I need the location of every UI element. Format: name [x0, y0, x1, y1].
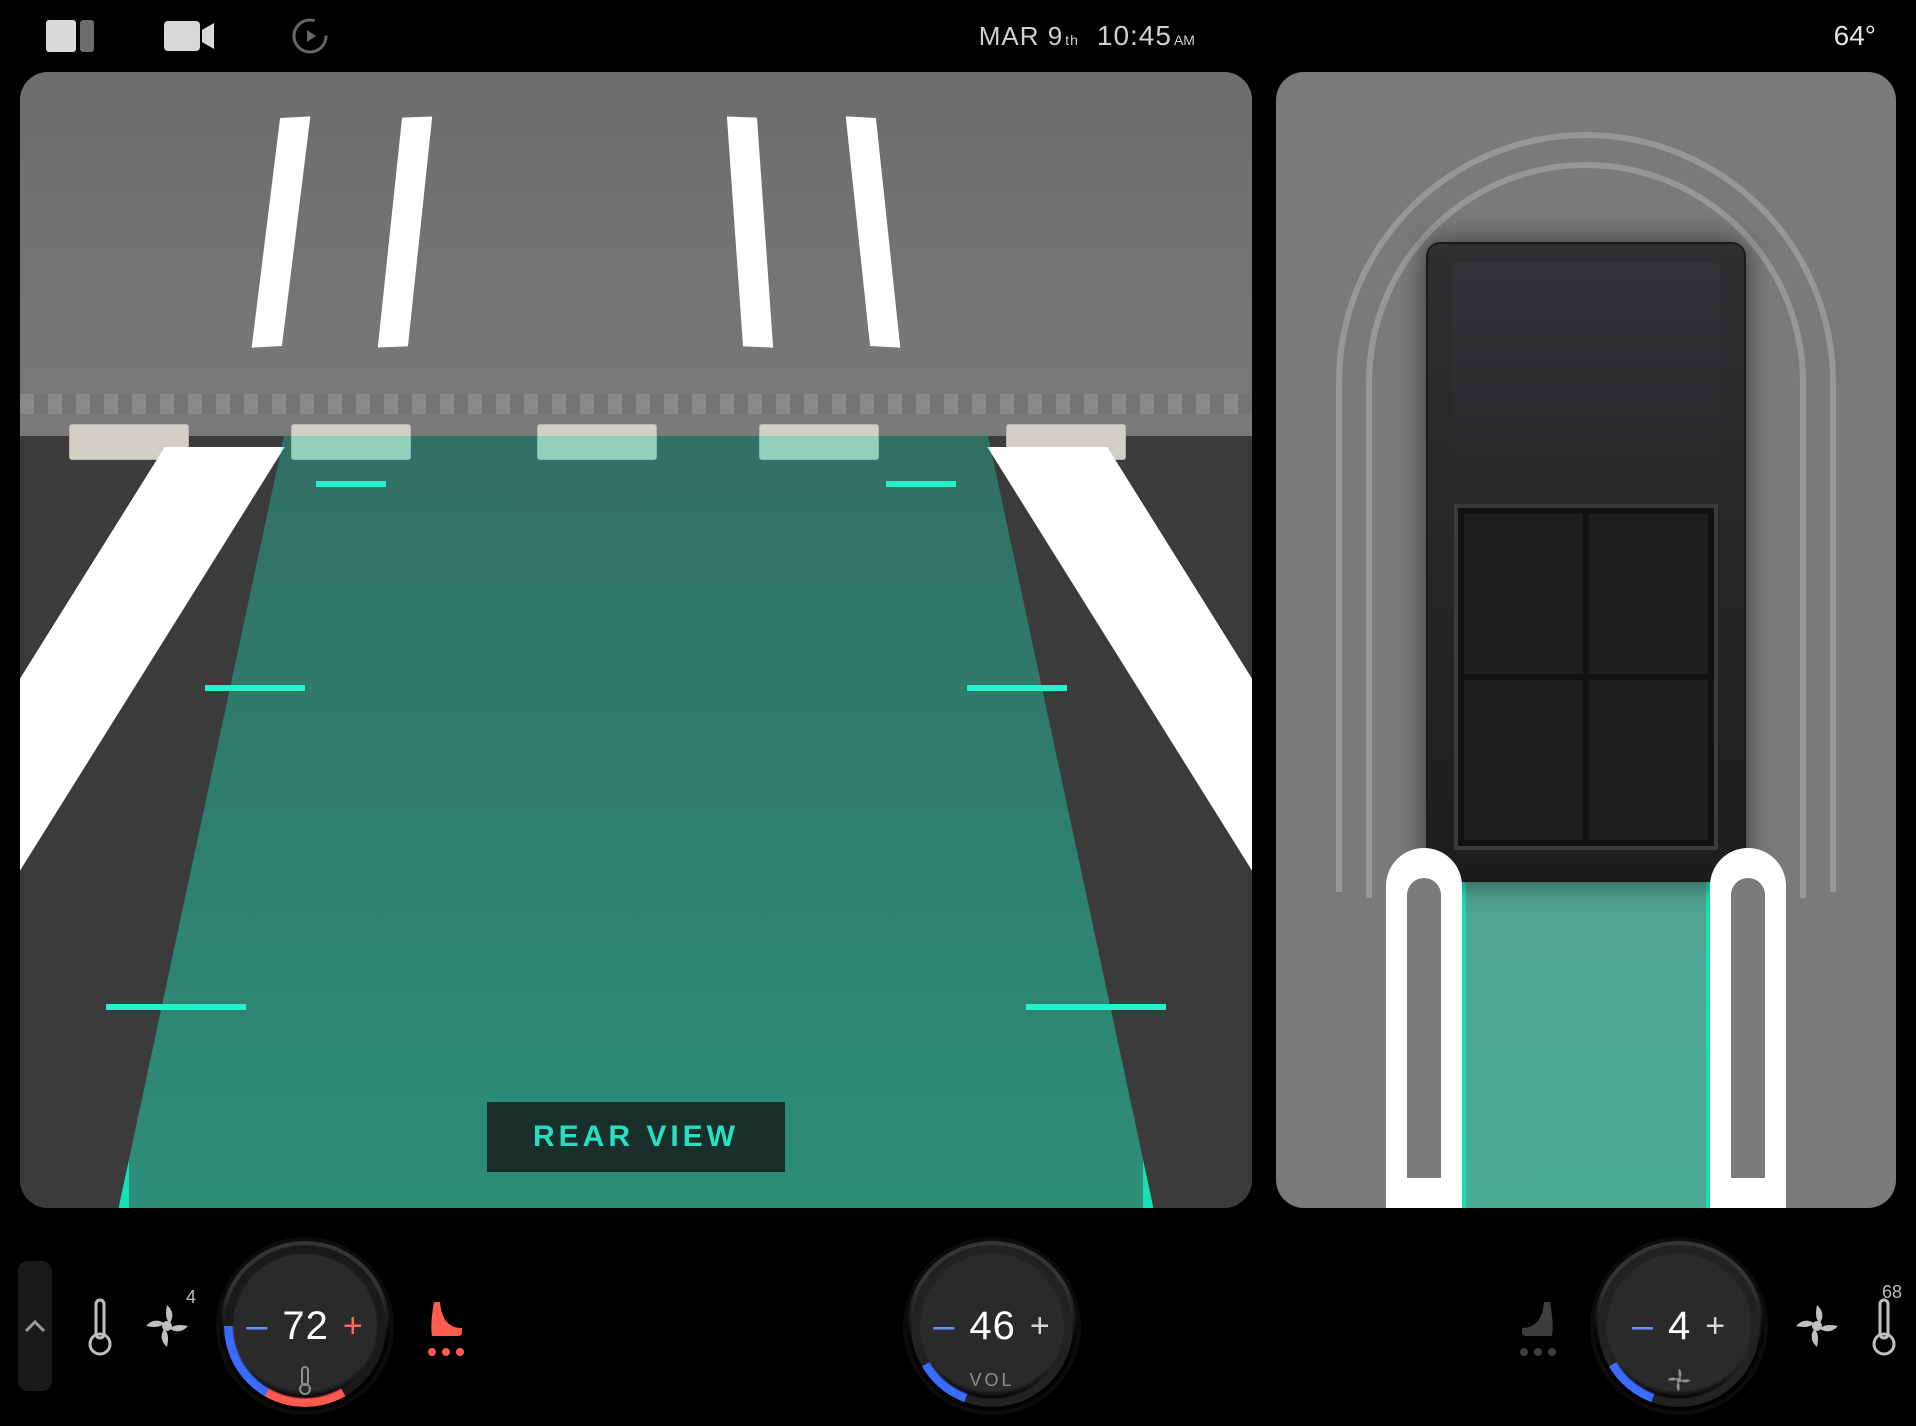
- volume-dial[interactable]: – 46 + VOL: [907, 1241, 1077, 1411]
- passenger-heated-seat-icon[interactable]: [1510, 1294, 1566, 1358]
- fan-small-icon: [1664, 1365, 1694, 1395]
- driver-climate-zone: 4 – 72 +: [86, 1241, 474, 1411]
- camera-view-label: REAR VIEW: [487, 1102, 785, 1172]
- clock-area: MAR 9th 10:45AM: [400, 20, 1774, 52]
- birds-eye-rear-trajectory: [1456, 838, 1716, 1208]
- outside-temperature: 64°: [1834, 20, 1876, 52]
- passenger-temp-icon[interactable]: 68: [1870, 1296, 1898, 1356]
- replay-icon[interactable]: [280, 16, 340, 56]
- date-display: MAR 9th: [979, 21, 1079, 52]
- top-status-bar: MAR 9th 10:45AM 64°: [0, 0, 1916, 72]
- climate-media-bar: 4 – 72 + – 46 + VOL: [0, 1226, 1916, 1426]
- parking-post-left: [1386, 848, 1462, 1208]
- rear-camera-view[interactable]: REAR VIEW: [20, 72, 1252, 1208]
- volume-label: VOL: [969, 1370, 1014, 1391]
- rear-trajectory-overlay: [119, 436, 1154, 1208]
- driver-fan-icon[interactable]: 4: [142, 1301, 192, 1351]
- expand-drawer-button[interactable]: [18, 1261, 52, 1391]
- passenger-climate-zone: – 4 + 68: [1510, 1241, 1898, 1411]
- driver-temp-dial[interactable]: – 72 +: [220, 1241, 390, 1411]
- thermometer-icon[interactable]: [86, 1296, 114, 1356]
- passenger-fan-icon[interactable]: [1792, 1301, 1842, 1351]
- birds-eye-360-view[interactable]: [1276, 72, 1896, 1208]
- parking-post-right: [1710, 848, 1786, 1208]
- passenger-fan-dial[interactable]: – 4 +: [1594, 1241, 1764, 1411]
- driver-heated-seat-icon[interactable]: [418, 1294, 474, 1358]
- layout-split-icon[interactable]: [40, 16, 100, 56]
- thermometer-small-icon: [297, 1365, 313, 1395]
- camera-record-icon[interactable]: [160, 16, 220, 56]
- vehicle-top-down-icon: [1426, 242, 1746, 882]
- time-display: 10:45AM: [1097, 20, 1195, 52]
